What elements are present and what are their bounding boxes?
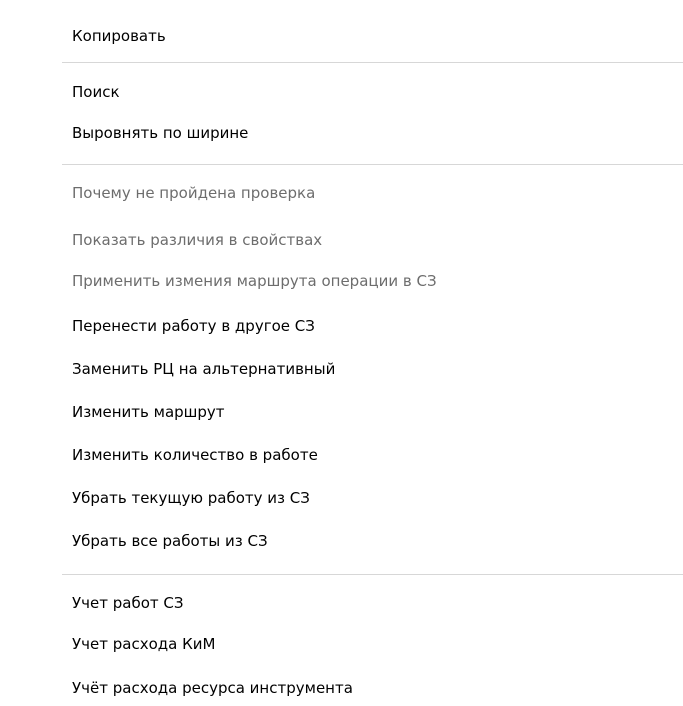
menu-item-move-work[interactable]: Перенести работу в другое СЗ (72, 311, 315, 341)
menu-item-align-width[interactable]: Выровнять по ширине (72, 118, 248, 148)
menu-item-change-quantity[interactable]: Изменить количество в работе (72, 440, 318, 470)
menu-item-change-route[interactable]: Изменить маршрут (72, 397, 225, 427)
menu-item-material-accounting[interactable]: Учет расхода КиМ (72, 629, 215, 659)
menu-icon-gutter (0, 0, 58, 706)
menu-separator (62, 62, 683, 63)
menu-item-copy[interactable]: Копировать (72, 21, 166, 51)
menu-item-apply-route-changes: Применить измения маршрута операции в СЗ (72, 272, 437, 290)
menu-item-remove-all-work[interactable]: Убрать все работы из СЗ (72, 526, 268, 556)
menu-item-work-accounting[interactable]: Учет работ СЗ (72, 588, 183, 618)
context-menu: Копировать Поиск Выровнять по ширине Поч… (0, 0, 683, 706)
menu-item-show-property-differences: Показать различия в свойствах (72, 231, 323, 249)
menu-item-why-check-failed: Почему не пройдена проверка (72, 184, 316, 202)
menu-separator (62, 574, 683, 575)
menu-separator (62, 164, 683, 165)
menu-item-search[interactable]: Поиск (72, 77, 120, 107)
menu-item-remove-current-work[interactable]: Убрать текущую работу из СЗ (72, 483, 310, 513)
menu-item-tool-resource-accounting[interactable]: Учёт расхода ресурса инструмента (72, 673, 353, 703)
menu-item-replace-work-center[interactable]: Заменить РЦ на альтернативный (72, 354, 335, 384)
